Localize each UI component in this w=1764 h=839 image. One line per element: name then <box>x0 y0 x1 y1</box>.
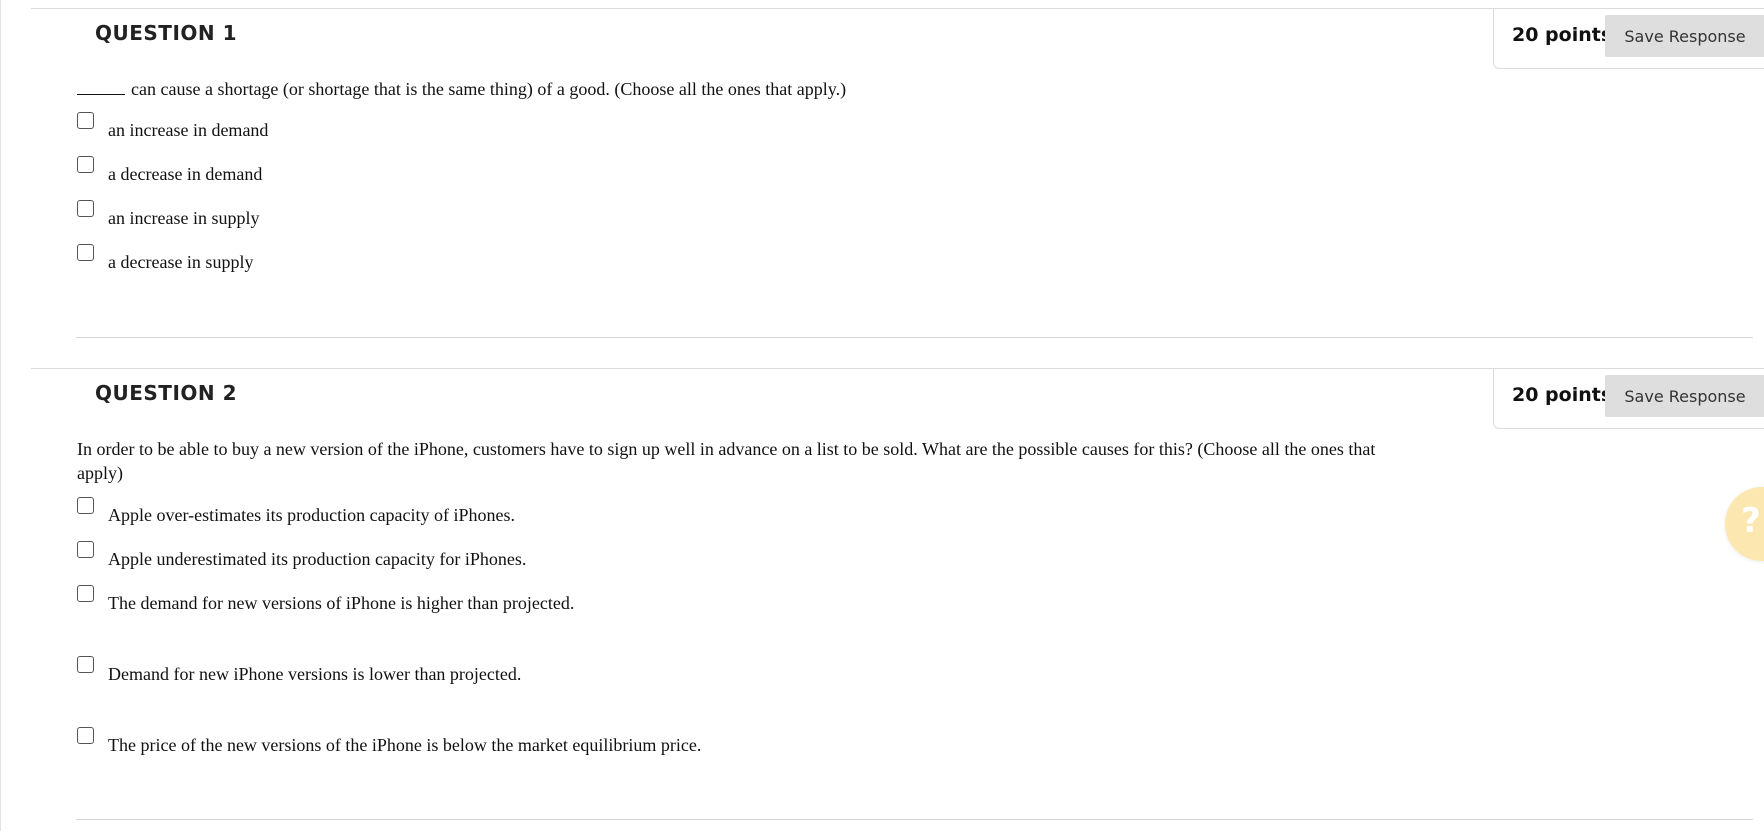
answer-checkbox[interactable] <box>77 497 94 514</box>
answer-label[interactable]: Apple over-estimates its production capa… <box>108 504 515 526</box>
question-divider <box>76 819 1753 820</box>
question-1-blank <box>77 77 125 95</box>
question-1-points: 20 points <box>1512 24 1613 46</box>
answer-label[interactable]: Demand for new iPhone versions is lower … <box>108 663 521 685</box>
question-2-points: 20 points <box>1512 384 1613 406</box>
answer-checkbox[interactable] <box>77 727 94 744</box>
question-1-points-panel: 20 points Save Response <box>1493 9 1764 69</box>
answer-checkbox[interactable] <box>77 200 94 217</box>
question-2-save-response-button[interactable]: Save Response <box>1605 375 1764 417</box>
question-1: QUESTION 1 20 points Save Response can c… <box>31 8 1764 339</box>
answer-label[interactable]: Apple underestimated its production capa… <box>108 548 526 570</box>
answer-label[interactable]: an increase in supply <box>108 207 259 229</box>
answer-label[interactable]: a decrease in demand <box>108 163 262 185</box>
question-mark-icon: ? <box>1741 501 1761 541</box>
answer-label[interactable]: a decrease in supply <box>108 251 253 273</box>
answer-label[interactable]: The price of the new versions of the iPh… <box>108 734 701 756</box>
question-divider <box>76 337 1753 338</box>
question-2: QUESTION 2 20 points Save Response In or… <box>31 368 1764 839</box>
question-2-title: QUESTION 2 <box>95 381 238 405</box>
answer-checkbox[interactable] <box>77 112 94 129</box>
assessment-page: QUESTION 1 20 points Save Response can c… <box>0 0 1764 831</box>
answer-checkbox[interactable] <box>77 656 94 673</box>
answer-checkbox[interactable] <box>77 244 94 261</box>
question-1-save-response-button[interactable]: Save Response <box>1605 15 1764 57</box>
question-2-prompt: In order to be able to buy a new version… <box>77 439 1376 483</box>
answer-label[interactable]: The demand for new versions of iPhone is… <box>108 592 574 614</box>
question-1-prompt: can cause a shortage (or shortage that i… <box>77 77 1077 101</box>
question-1-title: QUESTION 1 <box>95 21 238 45</box>
question-1-prompt-text: can cause a shortage (or shortage that i… <box>131 79 847 99</box>
answer-checkbox[interactable] <box>77 585 94 602</box>
question-2-points-panel: 20 points Save Response <box>1493 369 1764 429</box>
answer-checkbox[interactable] <box>77 156 94 173</box>
answer-label[interactable]: an increase in demand <box>108 119 268 141</box>
answer-checkbox[interactable] <box>77 541 94 558</box>
